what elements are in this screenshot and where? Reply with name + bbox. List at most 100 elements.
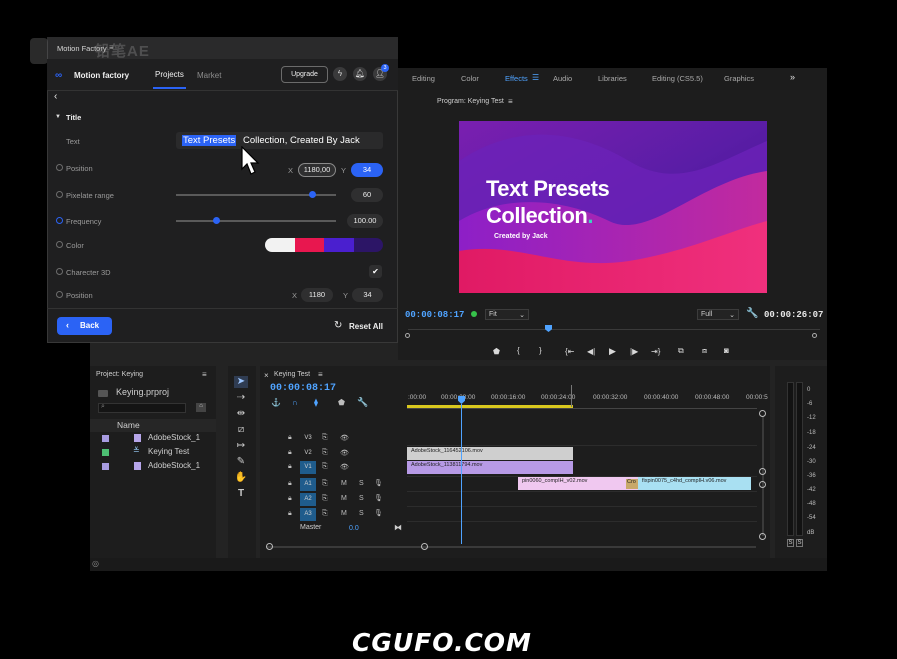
workspace-tab-effects[interactable]: Effects [505,74,528,83]
project-item[interactable]: ≚ Keying Test [90,446,216,460]
step-back-icon[interactable]: ◀| [587,347,595,356]
track-label-v1[interactable]: V1 [300,461,316,474]
master-volume[interactable]: 0.0 [349,525,359,532]
extract-icon[interactable]: ⧈ [702,346,707,356]
project-menu-icon[interactable]: ≡ [202,370,207,379]
lock-icon[interactable]: 🔒︎ [288,449,292,457]
track-label-a2[interactable]: A2 [300,493,316,506]
project-item[interactable]: AdobeStock_1 [90,432,216,446]
microphone-icon[interactable]: 🎙 [374,509,383,517]
mark-in-icon[interactable]: { [517,346,520,355]
lock-icon[interactable]: 🔒︎ [288,495,292,503]
lock-icon[interactable]: 🔒︎ [288,463,292,471]
keyframe-toggle[interactable] [56,191,63,198]
eye-icon[interactable]: 👁 [340,434,349,442]
pixelate-value-input[interactable]: 60 [351,188,383,202]
vscroll-handle-low[interactable] [759,481,766,488]
mute-button[interactable]: M [341,510,347,517]
keyframe-toggle[interactable] [56,241,63,248]
color-swatch[interactable] [353,238,383,252]
scroll-handle-right[interactable] [421,543,428,550]
timeline-timecode[interactable]: 00:00:08:17 [270,383,336,394]
camera-icon[interactable]: ◙ [724,346,729,355]
timeline-clip[interactable]: pin0060_compIH_v02.mov [518,477,638,490]
project-title[interactable]: Project: Keying [96,371,143,378]
sync-lock-icon[interactable]: ⎘ [322,480,328,488]
scrubber-start-handle[interactable] [405,333,410,338]
project-item[interactable]: AdobeStock_1 [90,460,216,474]
project-search-input[interactable]: ⌕ [98,403,186,413]
selection-tool-icon[interactable]: ➤ [234,376,248,388]
vscroll-handle-bottom[interactable] [759,533,766,540]
keyframe-toggle-active[interactable] [56,217,63,224]
hand-icon[interactable]: ✋ [234,472,248,484]
text-input[interactable]: Text Presets Collection, Created By Jack [176,132,383,149]
workspace-menu-icon[interactable]: ☰ [532,73,539,82]
microphone-icon[interactable]: 🎙 [374,494,383,502]
upgrade-button[interactable]: Upgrade [281,66,328,83]
back-button[interactable]: ‹ Back [57,317,112,335]
lock-icon[interactable]: 🔒︎ [288,434,292,442]
timeline-horizontal-scrollbar[interactable] [266,546,756,548]
position2-x-input[interactable]: 1180 [301,288,333,302]
frequency-value-input[interactable]: 100.00 [347,214,383,228]
workspace-tab-editing[interactable]: Editing [412,74,435,83]
go-to-out-icon[interactable]: ⇥} [651,347,660,356]
position-y-input[interactable]: 34 [351,163,383,177]
mute-button[interactable]: M [341,480,347,487]
timeline-vertical-scrollbar[interactable] [762,416,764,536]
lift-icon[interactable]: ⧉ [678,346,684,356]
timeline-clip[interactable]: AdobeStock_113811794.mov [407,461,573,474]
marker-icon[interactable]: ⬟ [338,398,345,407]
vscroll-handle-top[interactable] [759,410,766,417]
workspace-tab-color[interactable]: Color [461,74,479,83]
close-icon[interactable]: × [264,371,269,380]
workspace-more-icon[interactable]: » [790,72,795,82]
linked-selection-icon[interactable]: ∩ [292,398,298,407]
timeline-menu-icon[interactable]: ≡ [318,370,323,379]
tab-projects[interactable]: Projects [155,70,184,79]
new-bin-icon[interactable]: ⌂ [196,403,206,412]
solo-button[interactable]: S [359,510,364,517]
snap-icon[interactable]: ⚓ [271,398,281,407]
solo-left-button[interactable]: S [787,539,794,547]
solo-button[interactable]: S [359,480,364,487]
fit-dropdown[interactable]: Fit ⌄ [485,309,529,320]
slip-icon[interactable]: ↦ [234,440,248,452]
scroll-handle-left[interactable] [266,543,273,550]
track-select-icon[interactable]: ⇢ [234,392,248,404]
wrench-icon[interactable]: 🔧 [746,308,758,319]
solo-right-button[interactable]: S [796,539,803,547]
tab-market[interactable]: Market [197,71,221,80]
bell-icon[interactable]: 🔔︎ [353,67,367,81]
sync-lock-icon[interactable]: ⎘ [322,434,328,442]
mute-button[interactable]: M [341,495,347,502]
reset-icon[interactable]: ↻ [334,320,342,331]
track-label-v2[interactable]: V2 [300,447,316,460]
workspace-tab-graphics[interactable]: Graphics [724,74,754,83]
lock-icon[interactable]: 🔒︎ [288,510,292,518]
section-title[interactable]: Title [66,113,81,122]
transition-clip[interactable]: Cro [626,479,638,489]
sync-lock-icon[interactable]: ⎘ [322,495,328,503]
character3d-checkbox[interactable]: ✔ [369,265,382,278]
color-palette[interactable] [265,238,383,252]
column-name[interactable]: Name [117,420,140,430]
eye-icon[interactable]: 👁 [340,463,349,471]
solo-button[interactable]: S [359,495,364,502]
go-to-in-icon[interactable]: {⇤ [565,347,574,356]
pen-icon[interactable]: ✎ [234,456,248,468]
keyframe-toggle[interactable] [56,164,63,171]
frequency-slider-knob[interactable] [213,217,220,224]
position2-y-input[interactable]: 34 [352,288,383,302]
frequency-slider[interactable] [176,220,336,222]
program-current-timecode[interactable]: 00:00:08:17 [405,310,464,320]
workspace-tab-libraries[interactable]: Libraries [598,74,627,83]
workspace-tab-audio[interactable]: Audio [553,74,572,83]
chevron-down-icon[interactable]: ▼ [55,114,61,120]
ripple-edit-icon[interactable]: ⇹ [234,408,248,420]
program-scrubber[interactable] [408,329,820,330]
add-marker-icon[interactable]: ⬟ [493,347,500,356]
track-label-v3[interactable]: V3 [300,432,316,445]
reset-all-button[interactable]: Reset All [349,322,383,331]
